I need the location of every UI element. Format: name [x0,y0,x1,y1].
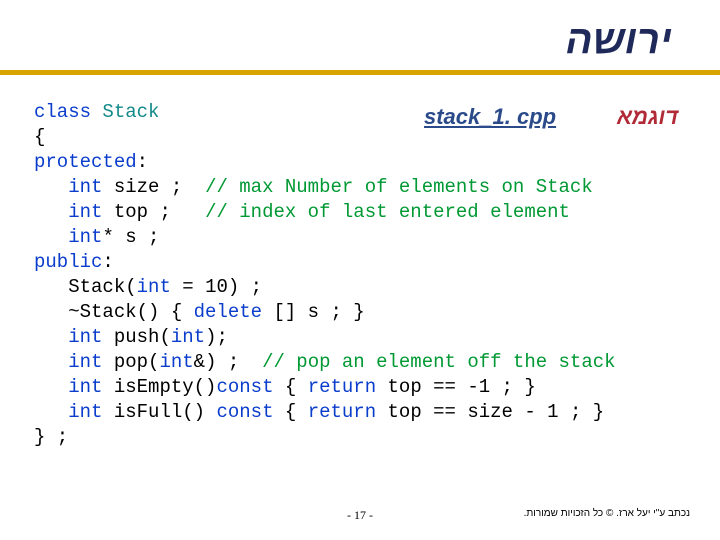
footer: - 17 - נכתב ע"י יעל ארז. © כל הזכויות שמ… [0,508,720,526]
dtor: ~Stack() { [68,301,193,323]
ctor-rest: = 10) ; [171,276,262,298]
slide: ירושה דוגמא stack_1. cpp class Stack { p… [0,0,720,540]
slide-title: ירושה [566,18,672,63]
push-rest: ); [205,326,228,348]
isfull-brace: { [273,401,307,423]
kw-int: int [159,351,193,373]
kw-int: int [137,276,171,298]
kw-int: int [68,376,102,398]
kw-int: int [68,201,102,223]
isempty-rest: top == -1 ; } [376,376,536,398]
indent [34,326,68,348]
copyright: נכתב ע"י יעל ארז. © כל הזכויות שמורות. [524,508,690,519]
kw-const: const [216,401,273,423]
comment: // index of last entered element [171,201,570,223]
code-block: class Stack { protected: int size ; // m… [34,100,686,450]
indent [34,201,68,223]
title-underline [0,70,720,74]
ctor: Stack( [68,276,136,298]
class-name: Stack [91,101,159,123]
kw-public: public [34,251,102,273]
indent [34,376,68,398]
brace-open: { [34,126,45,148]
kw-int: int [68,326,102,348]
kw-return: return [308,401,376,423]
kw-class: class [34,101,91,123]
isempty-brace: { [273,376,307,398]
push: push( [102,326,170,348]
dtor-rest: [] s ; } [262,301,365,323]
decl-top: top ; [102,201,170,223]
isfull-rest: top == size - 1 ; } [376,401,604,423]
pop-rest: &) ; [194,351,240,373]
isfull: isFull() [102,401,216,423]
indent [34,276,68,298]
indent [34,176,68,198]
kw-protected: protected [34,151,137,173]
indent [34,301,68,323]
page-number: - 17 - [347,508,373,523]
decl-size: size ; [102,176,182,198]
kw-int: int [68,176,102,198]
kw-delete: delete [194,301,262,323]
colon: : [102,251,113,273]
kw-const: const [216,376,273,398]
isempty: isEmpty() [102,376,216,398]
indent [34,351,68,373]
kw-int: int [68,351,102,373]
pop: pop( [102,351,159,373]
indent [34,401,68,423]
colon: : [137,151,148,173]
indent [34,226,68,248]
comment: // max Number of elements on Stack [182,176,592,198]
kw-int: int [68,226,102,248]
kw-int: int [171,326,205,348]
comment: // pop an element off the stack [239,351,615,373]
kw-return: return [308,376,376,398]
decl-s: * s ; [102,226,159,248]
brace-close: } ; [34,426,68,448]
kw-int: int [68,401,102,423]
